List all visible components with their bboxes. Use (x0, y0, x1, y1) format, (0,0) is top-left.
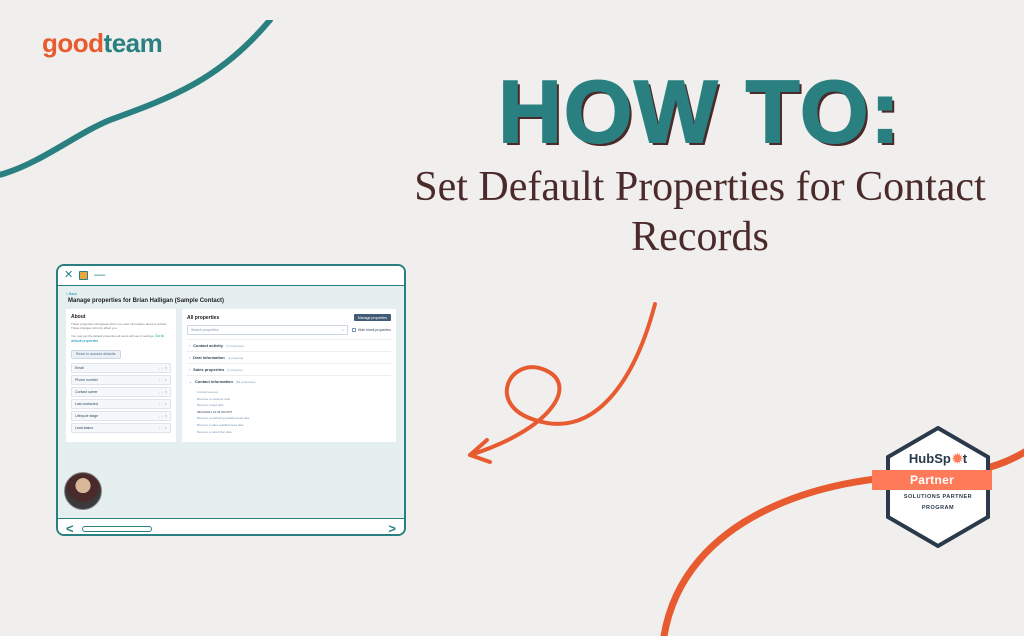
badge-program-line1: SOLUTIONS PARTNER (904, 494, 972, 501)
prev-arrow-icon[interactable]: < (66, 521, 74, 536)
property-group[interactable]: ›Deal information(1 property) (187, 351, 391, 363)
headline: HOW TO: Set Default Properties for Conta… (410, 70, 990, 262)
manage-properties-button[interactable]: Manage properties (354, 314, 391, 321)
chevron-down-icon: ⌄ (189, 380, 192, 384)
property-item[interactable]: Last contacted⋮⋮ ✕ (71, 399, 171, 409)
property-field: Annual revenue (197, 389, 391, 396)
screenshot-body: < Back Manage properties for Brian Halli… (58, 286, 404, 518)
screenshot-window: ✕ — < Back Manage properties for Brian H… (56, 264, 406, 536)
search-icon: ⌕ (342, 328, 344, 332)
brand-logo-part1: good (42, 28, 104, 58)
property-group[interactable]: ›Sales properties(1 property) (187, 363, 391, 375)
badge-brand: HubSp✹t (909, 451, 967, 467)
property-value: 08/23/2021 10:46 AM PDT (197, 409, 391, 416)
hide-blank-checkbox[interactable]: Hide blank properties (352, 328, 391, 332)
reset-button[interactable]: Reset to account defaults (71, 350, 121, 359)
minimize-icon[interactable]: — (94, 270, 105, 281)
close-icon[interactable]: ✕ (64, 270, 73, 281)
window-navbar: < > (58, 518, 404, 536)
scrubber-pill[interactable] (82, 526, 152, 532)
window-icon (79, 271, 88, 280)
next-arrow-icon[interactable]: > (388, 521, 396, 536)
all-properties-heading: All properties (187, 315, 219, 321)
brand-logo: goodteam (42, 28, 162, 59)
chevron-right-icon: › (189, 344, 190, 348)
property-field: Became a marketing qualified lead date (197, 415, 391, 422)
property-field: Became a lead date (197, 402, 391, 409)
arrow-illustration (395, 300, 695, 500)
partner-badge: HubSp✹t Partner SOLUTIONS PARTNER PROGRA… (884, 426, 992, 548)
presenter-avatar (64, 472, 102, 510)
chevron-right-icon: › (189, 356, 190, 360)
property-group[interactable]: ›Contact activity(7 properties) (187, 339, 391, 351)
about-note: You may set the default properties all u… (71, 334, 171, 344)
headline-howto: HOW TO: (410, 70, 990, 154)
expanded-properties: Annual revenue Became a customer date Be… (187, 387, 391, 437)
badge-partner-label: Partner (872, 470, 992, 490)
property-group-expanded[interactable]: ⌄Contact information(84 properties) (187, 375, 391, 387)
property-field: Became a customer date (197, 396, 391, 403)
property-item[interactable]: Lifecycle stage⋮⋮ ✕ (71, 411, 171, 421)
brand-logo-part2: team (104, 28, 163, 58)
about-heading: About (71, 314, 171, 320)
property-item[interactable]: Email⋮⋮ ✕ (71, 363, 171, 373)
sprocket-icon: ✹ (952, 451, 963, 466)
about-panel: About These properties will appear when … (66, 309, 176, 442)
property-field: Became a subscriber date (197, 429, 391, 436)
chevron-right-icon: › (189, 368, 190, 372)
badge-program-line2: PROGRAM (922, 505, 954, 512)
all-properties-panel: All properties Manage properties Search … (182, 309, 396, 442)
about-description: These properties will appear when you vi… (71, 323, 171, 331)
scrubber-track[interactable] (82, 526, 381, 532)
search-input[interactable]: Search properties ⌕ (187, 325, 348, 335)
property-item[interactable]: Phone number⋮⋮ ✕ (71, 375, 171, 385)
property-item[interactable]: Contact owner⋮⋮ ✕ (71, 387, 171, 397)
property-item[interactable]: Lead status⋮⋮ ✕ (71, 423, 171, 433)
headline-subtitle: Set Default Properties for Contact Recor… (410, 162, 990, 263)
back-link[interactable]: < Back (66, 292, 396, 296)
page-title: Manage properties for Brian Halligan (Sa… (66, 298, 396, 304)
property-field: Became a sales qualified lead date (197, 422, 391, 429)
window-titlebar: ✕ — (58, 266, 404, 286)
